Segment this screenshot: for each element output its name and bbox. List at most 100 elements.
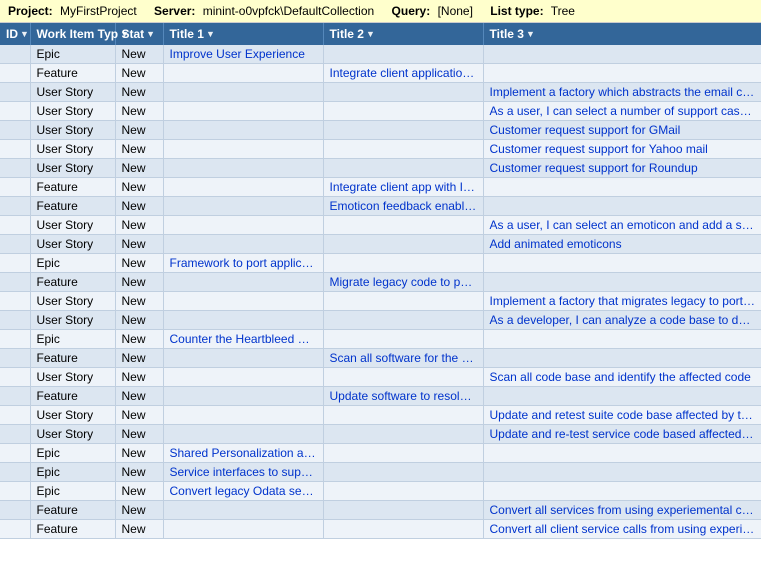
query-label: Query: (392, 4, 431, 18)
table-row[interactable]: User StoryNewImplement a factory which a… (0, 83, 761, 102)
work-items-table-container: ID ▼ Work Item Typ ▼ Stat ▼ (0, 23, 761, 539)
cell-title1 (163, 83, 323, 102)
cell-id (0, 482, 30, 501)
cell-wit: Epic (30, 254, 115, 273)
col-header-title2[interactable]: Title 2 ▼ (323, 23, 483, 45)
table-row[interactable]: User StoryNewCustomer request support fo… (0, 121, 761, 140)
table-row[interactable]: FeatureNewUpdate software to resolve the… (0, 387, 761, 406)
cell-id (0, 349, 30, 368)
cell-wit: User Story (30, 368, 115, 387)
cell-title3: Customer request support for Yahoo mail (483, 140, 761, 159)
cell-wit: Feature (30, 178, 115, 197)
cell-id (0, 178, 30, 197)
cell-state: New (115, 102, 163, 121)
query-value: [None] (438, 4, 473, 18)
cell-id (0, 463, 30, 482)
table-row[interactable]: User StoryNewImplement a factory that mi… (0, 292, 761, 311)
cell-title1: Counter the Heartbleed web security bug (163, 330, 323, 349)
cell-id (0, 406, 30, 425)
cell-state: New (115, 178, 163, 197)
cell-id (0, 444, 30, 463)
cell-id (0, 330, 30, 349)
cell-title2 (323, 159, 483, 178)
cell-wit: User Story (30, 311, 115, 330)
table-row[interactable]: User StoryNewCustomer request support fo… (0, 140, 761, 159)
cell-title1 (163, 273, 323, 292)
table-row[interactable]: EpicNewConvert legacy Odata service inte… (0, 482, 761, 501)
table-row[interactable]: FeatureNewIntegrate client application w… (0, 64, 761, 83)
cell-state: New (115, 216, 163, 235)
project-value: MyFirstProject (60, 4, 137, 18)
cell-state: New (115, 83, 163, 102)
project-label: Project: (8, 4, 53, 18)
cell-wit: User Story (30, 140, 115, 159)
cell-title1 (163, 102, 323, 121)
table-row[interactable]: FeatureNew Integrate client app with IM c… (0, 178, 761, 197)
cell-title3: Customer request support for GMail (483, 121, 761, 140)
cell-id (0, 102, 30, 121)
cell-wit: Epic (30, 444, 115, 463)
table-row[interactable]: EpicNewShared Personalization and state (0, 444, 761, 463)
table-row[interactable]: FeatureNewConvert all services from usin… (0, 501, 761, 520)
table-row[interactable]: EpicNewService interfaces to support RES… (0, 463, 761, 482)
table-row[interactable]: User StoryNewUpdate and re-test service … (0, 425, 761, 444)
table-row[interactable]: EpicNewImprove User Experience (0, 45, 761, 64)
cell-wit: User Story (30, 235, 115, 254)
table-row[interactable]: User StoryNewCustomer request support fo… (0, 159, 761, 178)
col-header-id[interactable]: ID ▼ (0, 23, 30, 45)
cell-id (0, 254, 30, 273)
cell-title2 (323, 45, 483, 64)
cell-title1 (163, 292, 323, 311)
cell-title2 (323, 140, 483, 159)
cell-title1 (163, 406, 323, 425)
listtype-label: List type: (490, 4, 543, 18)
cell-title3: As a developer, I can analyze a code bas… (483, 311, 761, 330)
table-row[interactable]: User StoryNewUpdate and retest suite cod… (0, 406, 761, 425)
col-header-title1[interactable]: Title 1 ▼ (163, 23, 323, 45)
cell-title3 (483, 197, 761, 216)
cell-state: New (115, 482, 163, 501)
cell-title3: Scan all code base and identify the affe… (483, 368, 761, 387)
cell-title1 (163, 368, 323, 387)
table-row[interactable]: EpicNewFramework to port applications to… (0, 254, 761, 273)
table-row[interactable]: FeatureNewConvert all client service cal… (0, 520, 761, 539)
cell-title2: Integrate client app with IM clients (323, 178, 483, 197)
col-header-wit[interactable]: Work Item Typ ▼ (30, 23, 115, 45)
col-state-sort-icon: ▼ (146, 29, 155, 39)
cell-title2 (323, 292, 483, 311)
cell-wit: Feature (30, 387, 115, 406)
table-header-row: ID ▼ Work Item Typ ▼ Stat ▼ (0, 23, 761, 45)
cell-state: New (115, 349, 163, 368)
cell-state: New (115, 368, 163, 387)
table-row[interactable]: EpicNewCounter the Heartbleed web securi… (0, 330, 761, 349)
col-header-title3[interactable]: Title 3 ▼ (483, 23, 761, 45)
cell-state: New (115, 463, 163, 482)
table-row[interactable]: User StoryNewAs a developer, I can analy… (0, 311, 761, 330)
cell-id (0, 235, 30, 254)
cell-title1 (163, 178, 323, 197)
col-id-sort-icon: ▼ (20, 29, 29, 39)
cell-title3 (483, 64, 761, 83)
table-row[interactable]: User StoryNewAdd animated emoticons (0, 235, 761, 254)
table-row[interactable]: User StoryNewAs a user, I can select an … (0, 216, 761, 235)
cell-wit: Feature (30, 501, 115, 520)
cell-title2 (323, 102, 483, 121)
table-row[interactable]: FeatureNewScan all software for the Open… (0, 349, 761, 368)
table-row[interactable]: FeatureNewEmoticon feedback enabled in c… (0, 197, 761, 216)
cell-title1 (163, 349, 323, 368)
cell-title2: Update software to resolve the Open SLL … (323, 387, 483, 406)
cell-title3 (483, 482, 761, 501)
table-row[interactable]: User StoryNewAs a user, I can select a n… (0, 102, 761, 121)
cell-title1 (163, 121, 323, 140)
col-wit-sort-icon: ▼ (120, 29, 129, 39)
cell-title3 (483, 387, 761, 406)
cell-title1: Service interfaces to support REST API (163, 463, 323, 482)
table-row[interactable]: User StoryNew Scan all code base and iden… (0, 368, 761, 387)
cell-title1: Convert legacy Odata service interfaces … (163, 482, 323, 501)
cell-title1: Improve User Experience (163, 45, 323, 64)
cell-title3 (483, 178, 761, 197)
cell-wit: Epic (30, 482, 115, 501)
cell-title1 (163, 387, 323, 406)
cell-id (0, 64, 30, 83)
table-row[interactable]: FeatureNewMigrate legacy code to portabl… (0, 273, 761, 292)
